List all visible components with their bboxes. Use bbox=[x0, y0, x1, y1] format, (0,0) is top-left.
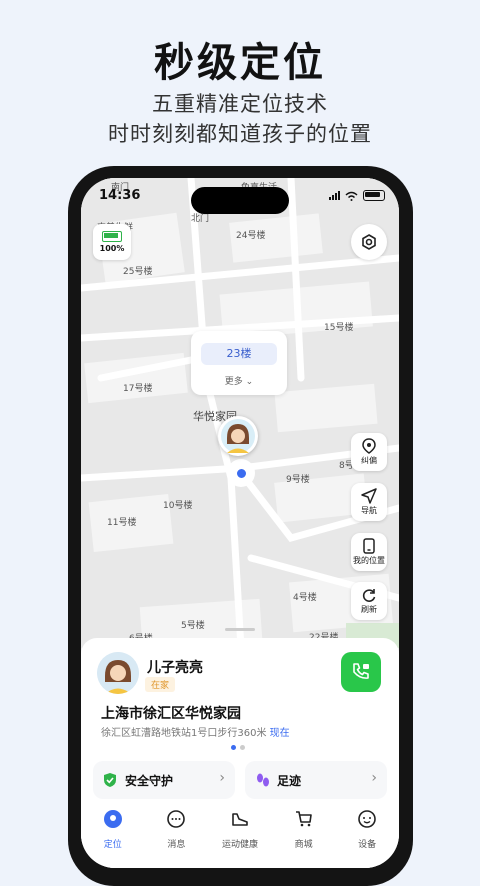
side-button-label: 刷新 bbox=[361, 605, 377, 614]
tab-device[interactable]: 设备 bbox=[335, 800, 399, 868]
refresh-button[interactable]: 刷新 bbox=[351, 582, 387, 620]
safety-guard-card[interactable]: 安全守护 › bbox=[93, 761, 235, 799]
tab-label: 运动健康 bbox=[221, 840, 258, 850]
correct-position-button[interactable]: 纠偏 bbox=[351, 433, 387, 471]
location-time: 现在 bbox=[269, 728, 290, 739]
map-label: 10号楼 bbox=[163, 501, 193, 511]
video-call-button[interactable] bbox=[341, 652, 381, 692]
sheet-drag-handle[interactable] bbox=[225, 628, 255, 631]
side-button-label: 纠偏 bbox=[361, 456, 377, 465]
footprint-card[interactable]: 足迹 › bbox=[245, 761, 387, 799]
battery-percent: 100% bbox=[99, 244, 125, 253]
child-location-pin[interactable] bbox=[218, 416, 258, 456]
tab-messages[interactable]: 消息 bbox=[145, 800, 209, 868]
building-label: 23楼 bbox=[201, 343, 277, 365]
promo-subline-2: 时时刻刻都知道孩子的位置 bbox=[108, 122, 372, 146]
status-icons bbox=[329, 190, 385, 201]
navigation-arrow-icon bbox=[361, 488, 377, 504]
address-detail-text: 徐汇区虹漕路地铁站1号口步行360米 bbox=[101, 728, 267, 739]
location-pin-icon bbox=[103, 810, 122, 828]
status-badge: 在家 bbox=[145, 677, 176, 692]
popup-more-link[interactable]: 更多 ⌄ bbox=[191, 374, 287, 387]
chat-bubble-icon bbox=[167, 810, 186, 828]
device-battery-widget[interactable]: 100% bbox=[93, 224, 131, 260]
refresh-icon bbox=[362, 589, 376, 602]
shield-check-icon bbox=[104, 773, 116, 787]
battery-status-icon bbox=[363, 190, 385, 201]
signal-icon bbox=[329, 191, 340, 200]
tab-sports-health[interactable]: 运动健康 bbox=[208, 800, 272, 868]
map-label: 15号楼 bbox=[324, 323, 354, 333]
tab-mall[interactable]: 商城 bbox=[272, 800, 336, 868]
tab-location[interactable]: 定位 bbox=[81, 800, 145, 868]
child-avatar-icon bbox=[97, 652, 139, 694]
bottom-tab-bar: 定位 消息 运动健康 商城 设备 bbox=[81, 800, 399, 868]
map-label: 17号楼 bbox=[123, 384, 153, 394]
map-settings-button[interactable] bbox=[351, 224, 387, 260]
address-detail: 徐汇区虹漕路地铁站1号口步行360米 现在 bbox=[101, 724, 290, 739]
tab-label: 设备 bbox=[358, 840, 377, 850]
child-avatar[interactable] bbox=[97, 652, 139, 694]
map-label: 11号楼 bbox=[107, 518, 137, 528]
footprint-icon bbox=[257, 773, 269, 787]
child-name: 儿子亮亮 bbox=[147, 660, 203, 676]
phone-call-icon bbox=[353, 663, 369, 679]
battery-icon bbox=[102, 231, 122, 242]
hexagon-settings-icon bbox=[362, 234, 376, 250]
shoe-icon bbox=[232, 813, 248, 826]
tab-label: 消息 bbox=[167, 840, 186, 850]
map-label: 24号楼 bbox=[236, 231, 266, 241]
navigate-button[interactable]: 导航 bbox=[351, 483, 387, 521]
wifi-icon bbox=[345, 191, 358, 201]
chevron-right-icon: › bbox=[371, 770, 377, 786]
cart-icon bbox=[295, 811, 312, 827]
side-button-label: 导航 bbox=[361, 506, 377, 515]
building-popup[interactable]: 23楼 更多 ⌄ bbox=[191, 331, 287, 395]
map-label: 9号楼 bbox=[286, 475, 310, 485]
map-label: 5号楼 bbox=[181, 621, 205, 631]
page-dot bbox=[240, 745, 245, 750]
chevron-right-icon: › bbox=[219, 770, 225, 786]
side-button-label: 我的位置 bbox=[353, 556, 385, 565]
phone-screen: 南门 免喜生活 北门 惠普生鲜 24号楼 25号楼 15号楼 17号楼 8号楼 … bbox=[81, 178, 399, 868]
map-label: 25号楼 bbox=[123, 267, 153, 277]
map-label: 4号楼 bbox=[293, 593, 317, 603]
tab-label: 定位 bbox=[103, 840, 122, 850]
device-icon bbox=[358, 810, 376, 828]
current-location-dot bbox=[235, 467, 248, 480]
tab-label: 商城 bbox=[294, 840, 313, 850]
phone-icon bbox=[363, 538, 375, 554]
promo-subline-1: 五重精准定位技术 bbox=[152, 92, 328, 116]
chevron-down-icon: ⌄ bbox=[245, 377, 254, 387]
page-indicator bbox=[231, 745, 245, 750]
card-title: 足迹 bbox=[277, 774, 302, 788]
status-time: 14:36 bbox=[99, 188, 141, 203]
more-label: 更多 bbox=[224, 377, 243, 387]
my-location-button[interactable]: 我的位置 bbox=[351, 533, 387, 571]
promo-headline: 秒级定位 bbox=[154, 40, 326, 86]
card-title: 安全守护 bbox=[125, 774, 174, 788]
location-pin-icon bbox=[362, 438, 376, 454]
page-dot-active bbox=[231, 745, 236, 750]
child-avatar-icon bbox=[221, 419, 255, 453]
dynamic-island bbox=[191, 187, 289, 214]
address-title: 上海市徐汇区华悦家园 bbox=[101, 706, 241, 722]
